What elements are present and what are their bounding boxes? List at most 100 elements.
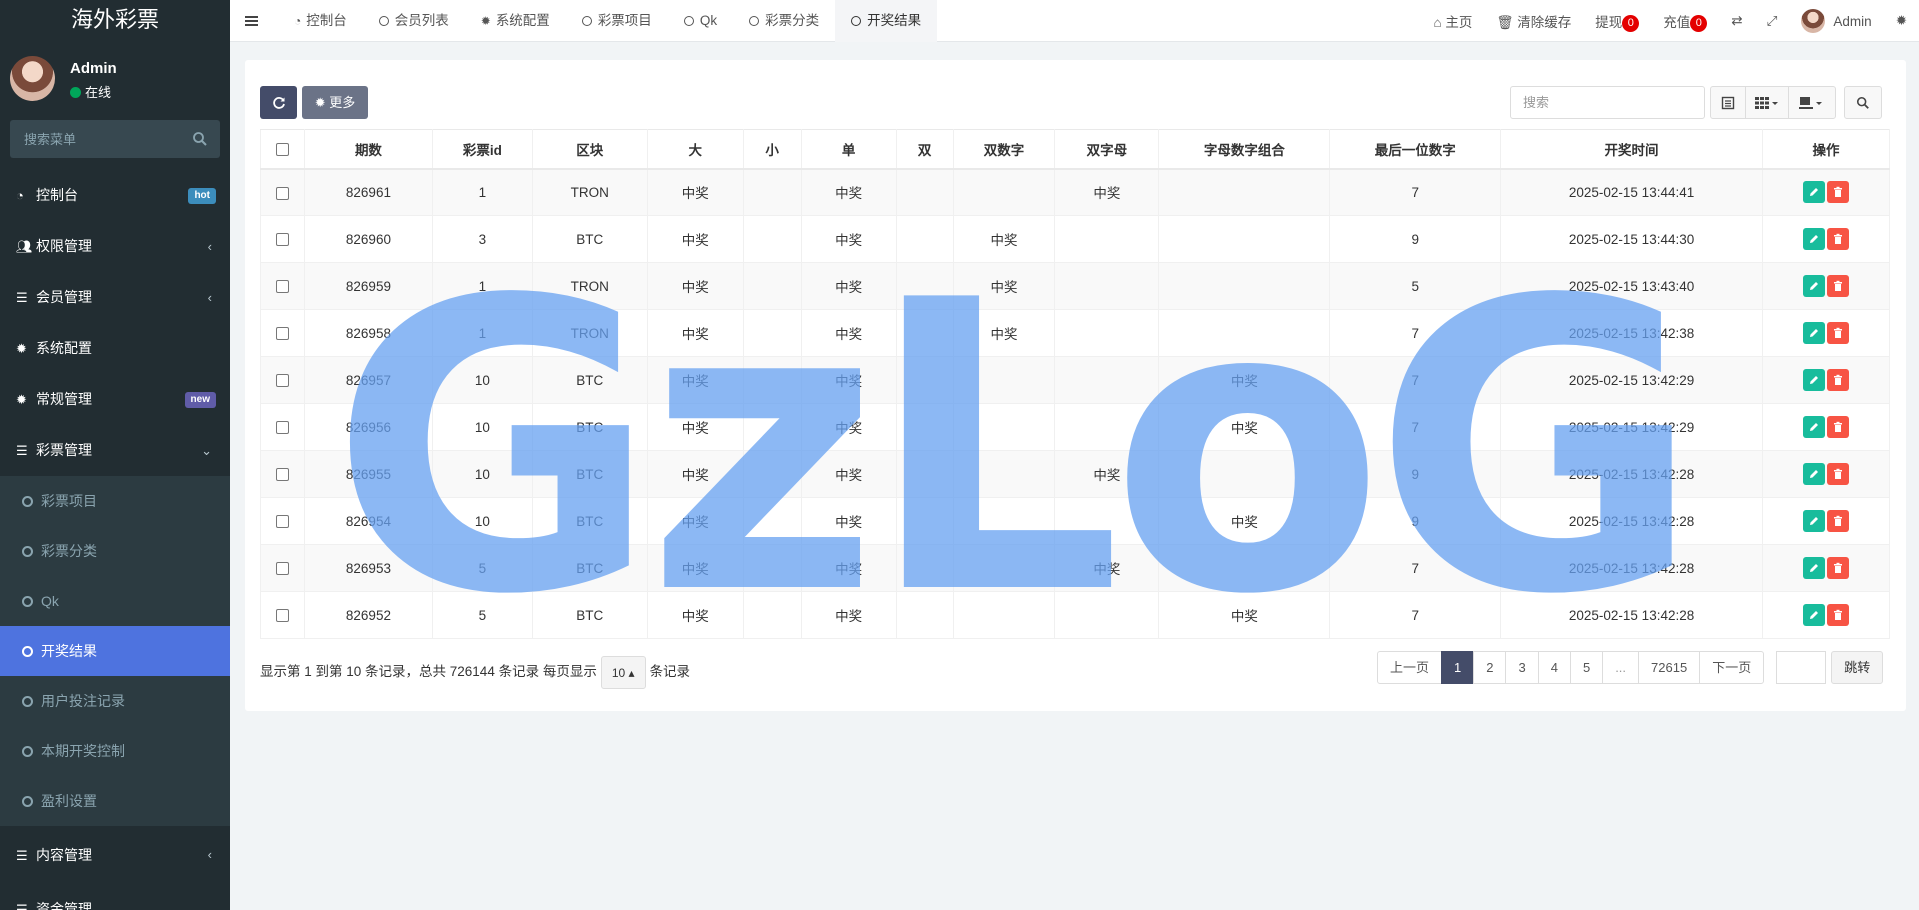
tab-lottery-projects[interactable]: 彩票项目 xyxy=(566,0,668,42)
row-checkbox[interactable] xyxy=(275,233,289,247)
delete-button[interactable] xyxy=(1826,275,1849,297)
tab-lottery-categories[interactable]: 彩票分类 xyxy=(733,0,835,42)
search-icon[interactable] xyxy=(192,131,208,147)
column-header[interactable]: 最后一位数字 xyxy=(1329,129,1502,170)
edit-button[interactable] xyxy=(1802,275,1825,297)
user-menu[interactable]: Admin xyxy=(1789,9,1883,33)
table-cell: 中奖 xyxy=(800,591,897,639)
sidebar-item-members[interactable]: ☰ 会员管理 ‹ xyxy=(0,272,230,323)
export-button[interactable] xyxy=(1788,86,1836,119)
edit-button[interactable] xyxy=(1802,463,1825,485)
circle-icon xyxy=(22,496,33,507)
sidebar-item-system-config[interactable]: ✹ 系统配置 xyxy=(0,323,230,374)
search-toggle-button[interactable] xyxy=(1844,86,1882,119)
delete-button[interactable] xyxy=(1826,228,1849,250)
submenu-item-profit-settings[interactable]: 盈利设置 xyxy=(0,776,230,826)
sidebar-item-lottery[interactable]: ☰ 彩票管理 ⌄ xyxy=(0,425,230,476)
tab-system-config[interactable]: ✹ 系统配置 xyxy=(465,0,566,42)
column-header[interactable]: 双字母 xyxy=(1054,129,1160,170)
columns-button[interactable] xyxy=(1745,86,1789,119)
edit-button[interactable] xyxy=(1802,181,1825,204)
pagination-page[interactable]: 1 xyxy=(1441,651,1475,684)
withdraw-link[interactable]: 提现 0 xyxy=(1583,11,1651,32)
pagination-page[interactable]: 5 xyxy=(1569,651,1604,684)
pagination-page[interactable]: 3 xyxy=(1505,651,1539,684)
pagination-page[interactable]: 4 xyxy=(1537,651,1571,684)
hamburger-menu-icon[interactable] xyxy=(244,11,262,31)
column-header[interactable]: 双 xyxy=(895,129,954,170)
row-checkbox[interactable] xyxy=(275,374,289,388)
row-checkbox[interactable] xyxy=(275,186,289,200)
edit-button[interactable] xyxy=(1802,322,1825,344)
submenu-item-qk[interactable]: Qk xyxy=(0,576,230,626)
settings-icon[interactable]: ✹ xyxy=(1884,13,1919,29)
submenu-item-draw-control[interactable]: 本期开奖控制 xyxy=(0,726,230,776)
row-checkbox[interactable] xyxy=(275,562,289,576)
page-size-select[interactable]: 10 ▴ xyxy=(600,656,646,689)
row-checkbox[interactable] xyxy=(275,421,289,435)
sidebar-item-permissions[interactable]: 👥︎ 权限管理 ‹ xyxy=(0,221,230,272)
delete-button[interactable] xyxy=(1826,416,1849,438)
tab-qk[interactable]: Qk xyxy=(668,0,733,42)
delete-button[interactable] xyxy=(1826,510,1849,532)
row-checkbox[interactable] xyxy=(275,280,289,294)
tab-dashboard[interactable]: ◔ 控制台 xyxy=(278,0,363,42)
fullscreen-icon[interactable]: ⤢ xyxy=(1755,13,1790,29)
submenu-item-lottery-projects[interactable]: 彩票项目 xyxy=(0,476,230,526)
column-header[interactable]: 大 xyxy=(646,129,744,170)
recharge-link[interactable]: 充值 0 xyxy=(1651,11,1719,32)
tab-draw-results[interactable]: 开奖结果 xyxy=(835,0,938,42)
edit-button[interactable] xyxy=(1802,604,1825,626)
delete-button[interactable] xyxy=(1826,604,1849,626)
edit-button[interactable] xyxy=(1802,416,1825,438)
edit-button[interactable] xyxy=(1802,510,1825,532)
delete-button[interactable] xyxy=(1826,463,1849,485)
pagination-page[interactable]: 72615 xyxy=(1638,651,1701,684)
delete-button[interactable] xyxy=(1826,557,1849,579)
edit-button[interactable] xyxy=(1802,228,1825,250)
column-header[interactable]: 开奖时间 xyxy=(1500,129,1763,170)
column-header[interactable]: 区块 xyxy=(531,129,648,170)
delete-button[interactable] xyxy=(1826,181,1849,204)
column-header[interactable]: 期数 xyxy=(303,129,433,170)
column-header[interactable]: 小 xyxy=(742,129,802,170)
row-checkbox[interactable] xyxy=(275,609,289,623)
sidebar-item-content[interactable]: ☰ 内容管理 ‹ xyxy=(0,826,230,884)
app-logo[interactable]: 海外彩票 xyxy=(0,0,230,42)
more-button[interactable]: ✹ 更多 xyxy=(302,86,368,119)
edit-button[interactable] xyxy=(1802,369,1825,391)
toggle-view-button[interactable] xyxy=(1710,86,1746,119)
submenu-item-bet-records[interactable]: 用户投注记录 xyxy=(0,676,230,726)
sidebar-item-dashboard[interactable]: ◔ 控制台 hot xyxy=(0,170,230,221)
delete-button[interactable] xyxy=(1826,369,1849,391)
tab-member-list[interactable]: 会员列表 xyxy=(363,0,465,42)
row-checkbox[interactable] xyxy=(275,515,289,529)
home-link[interactable]: ⌂ 主页 xyxy=(1421,11,1484,31)
row-checkbox[interactable] xyxy=(275,327,289,341)
pagination-next[interactable]: 下一页 xyxy=(1699,651,1765,684)
table-search-input[interactable] xyxy=(1510,86,1705,119)
select-all-checkbox[interactable] xyxy=(275,143,289,157)
pagination-page[interactable]: 2 xyxy=(1473,651,1507,684)
submenu-item-draw-results[interactable]: 开奖结果 xyxy=(0,626,230,676)
column-header[interactable]: 字母数字组合 xyxy=(1158,129,1331,170)
column-header[interactable]: 彩票id xyxy=(431,129,533,170)
table-cell xyxy=(1054,262,1160,310)
language-icon[interactable]: ⇄ xyxy=(1719,13,1754,29)
jump-button[interactable]: 跳转 xyxy=(1831,651,1884,684)
sidebar-item-finance[interactable]: ☰ 资金管理 xyxy=(0,884,230,910)
column-header[interactable]: 双数字 xyxy=(952,129,1056,170)
table-cell: 中奖 xyxy=(646,168,744,216)
jump-page-input[interactable] xyxy=(1776,651,1827,684)
column-header[interactable]: 单 xyxy=(800,129,897,170)
sidebar-item-general[interactable]: ✹ 常规管理 new xyxy=(0,374,230,425)
sidebar-search-input[interactable] xyxy=(10,120,220,158)
submenu-item-lottery-categories[interactable]: 彩票分类 xyxy=(0,526,230,576)
clear-cache-link[interactable]: 🗑︎ 清除缓存 xyxy=(1484,11,1583,31)
pagination-prev[interactable]: 上一页 xyxy=(1377,651,1443,684)
edit-button[interactable] xyxy=(1802,557,1825,579)
delete-button[interactable] xyxy=(1826,322,1849,344)
row-checkbox[interactable] xyxy=(275,468,289,482)
avatar xyxy=(1801,9,1826,33)
refresh-button[interactable] xyxy=(260,86,297,119)
